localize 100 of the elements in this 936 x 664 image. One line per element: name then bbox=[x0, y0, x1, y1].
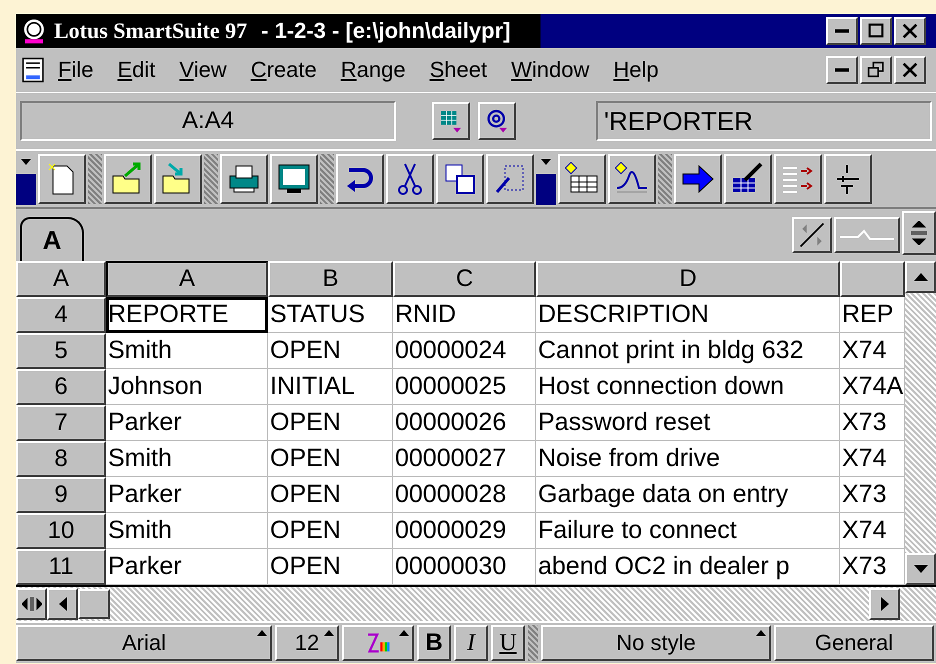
table-cell[interactable]: Noise from drive bbox=[536, 441, 840, 477]
table-cell[interactable]: DESCRIPTION bbox=[536, 297, 840, 333]
toolbar-button[interactable] bbox=[724, 154, 772, 204]
row-header[interactable]: 6 bbox=[16, 369, 106, 405]
table-cell[interactable]: 00000026 bbox=[393, 405, 536, 441]
right-arrow-icon bbox=[681, 162, 715, 196]
row-header[interactable]: 4 bbox=[16, 297, 106, 333]
table-cell[interactable]: REPORTE bbox=[106, 297, 268, 333]
table-cell[interactable]: Cannot print in bldg 632 bbox=[536, 333, 840, 369]
row-header[interactable]: 10 bbox=[16, 513, 106, 549]
menu-item[interactable]: File bbox=[46, 57, 106, 83]
close-icon bbox=[901, 61, 919, 79]
table-cell[interactable]: RNID bbox=[393, 297, 536, 333]
table-cell[interactable]: Parker bbox=[106, 405, 268, 441]
table-cell[interactable]: Parker bbox=[106, 477, 268, 513]
style-selector[interactable]: No style bbox=[541, 625, 771, 661]
contents-field[interactable]: 'REPORTER bbox=[596, 101, 932, 141]
row-header[interactable]: 8 bbox=[16, 441, 106, 477]
scroll-right-button[interactable] bbox=[869, 588, 900, 620]
table-cell[interactable]: 00000025 bbox=[393, 369, 536, 405]
toolbar-button[interactable] bbox=[104, 154, 152, 204]
menu-item[interactable]: View bbox=[167, 57, 239, 83]
column-header[interactable]: D bbox=[536, 261, 840, 297]
table-cell[interactable]: 00000027 bbox=[393, 441, 536, 477]
sheet-tab[interactable]: A bbox=[20, 217, 84, 261]
caret-icon bbox=[257, 630, 267, 636]
toolbar-button[interactable] bbox=[154, 154, 202, 204]
column-header[interactable]: A bbox=[106, 261, 268, 297]
size-selector[interactable]: 12 bbox=[275, 625, 339, 661]
column-header[interactable] bbox=[840, 261, 905, 297]
menu-item[interactable]: Window bbox=[499, 57, 602, 83]
toolbar-button[interactable] bbox=[436, 154, 484, 204]
restore-icon bbox=[867, 61, 885, 79]
sheet-view-button[interactable] bbox=[834, 217, 900, 253]
toolbar-button[interactable] bbox=[220, 154, 268, 204]
toolbar-button[interactable] bbox=[336, 154, 384, 204]
table-cell[interactable]: 00000028 bbox=[393, 477, 536, 513]
toolbar-grip bbox=[658, 154, 672, 204]
column-header[interactable]: B bbox=[268, 261, 393, 297]
navigator-button[interactable] bbox=[432, 102, 470, 140]
table-cell[interactable]: 00000029 bbox=[393, 513, 536, 549]
toolbar-button[interactable] bbox=[486, 154, 534, 204]
table-cell[interactable]: Host connection down bbox=[536, 369, 840, 405]
scroll-down-button[interactable] bbox=[905, 553, 936, 585]
row-header[interactable]: 11 bbox=[16, 549, 106, 585]
split-handle-icon[interactable] bbox=[902, 211, 936, 255]
toolbar-button[interactable] bbox=[608, 154, 656, 204]
table-cell[interactable]: INITIAL bbox=[268, 369, 393, 405]
sheet-corner[interactable]: A bbox=[16, 261, 106, 297]
table-cell[interactable]: OPEN bbox=[268, 405, 393, 441]
toolbar-button[interactable] bbox=[38, 154, 86, 204]
minimize-button[interactable] bbox=[826, 17, 858, 45]
row-header[interactable]: 5 bbox=[16, 333, 106, 369]
menu-item[interactable]: Sheet bbox=[418, 57, 500, 83]
maximize-button[interactable] bbox=[860, 17, 892, 45]
table-cell[interactable]: Johnson bbox=[106, 369, 268, 405]
toolbar-button[interactable] bbox=[774, 154, 822, 204]
toolbar-button[interactable] bbox=[824, 154, 872, 204]
minimize-button[interactable] bbox=[826, 56, 858, 84]
table-cell[interactable]: Garbage data on entry bbox=[536, 477, 840, 513]
column-header[interactable]: C bbox=[393, 261, 536, 297]
toolbar-button[interactable] bbox=[386, 154, 434, 204]
menu-item[interactable]: Help bbox=[601, 57, 671, 83]
toolbar-button[interactable] bbox=[270, 154, 318, 204]
scroll-up-button[interactable] bbox=[905, 261, 936, 293]
close-button[interactable] bbox=[894, 56, 926, 84]
restore-button[interactable] bbox=[860, 56, 892, 84]
row-header[interactable]: 9 bbox=[16, 477, 106, 513]
underline-button[interactable]: U bbox=[491, 625, 525, 661]
table-cell[interactable]: OPEN bbox=[268, 441, 393, 477]
monitor-icon bbox=[277, 162, 311, 196]
menu-item[interactable]: Range bbox=[328, 57, 418, 83]
table-cell[interactable]: OPEN bbox=[268, 513, 393, 549]
scroll-left-button[interactable] bbox=[47, 588, 78, 620]
toolbar-button[interactable] bbox=[558, 154, 606, 204]
split-button[interactable] bbox=[16, 588, 47, 620]
color-selector[interactable] bbox=[342, 625, 414, 661]
table-cell[interactable]: Smith bbox=[106, 333, 268, 369]
menu-item[interactable]: Edit bbox=[105, 57, 168, 83]
table-cell[interactable]: Smith bbox=[106, 513, 268, 549]
function-button[interactable] bbox=[478, 102, 516, 140]
table-cell[interactable]: STATUS bbox=[268, 297, 393, 333]
row-header[interactable]: 7 bbox=[16, 405, 106, 441]
menu-item[interactable]: Create bbox=[238, 57, 329, 83]
cell-address[interactable]: A:A4 bbox=[20, 101, 396, 141]
table-cell[interactable]: Smith bbox=[106, 441, 268, 477]
tab-toggle-button[interactable] bbox=[792, 217, 832, 253]
font-selector[interactable]: Arial bbox=[16, 625, 272, 661]
diagonal-split-icon bbox=[797, 220, 827, 250]
table-cell[interactable]: OPEN bbox=[268, 477, 393, 513]
table-cell[interactable]: Failure to connect bbox=[536, 513, 840, 549]
scroll-thumb[interactable] bbox=[78, 589, 110, 619]
format-selector[interactable]: General bbox=[774, 625, 934, 661]
table-cell[interactable]: OPEN bbox=[268, 333, 393, 369]
table-cell[interactable]: 00000024 bbox=[393, 333, 536, 369]
italic-button[interactable]: I bbox=[454, 625, 488, 661]
table-cell[interactable]: Password reset bbox=[536, 405, 840, 441]
bold-button[interactable]: B bbox=[417, 625, 451, 661]
close-button[interactable] bbox=[894, 17, 926, 45]
toolbar-button[interactable] bbox=[674, 154, 722, 204]
